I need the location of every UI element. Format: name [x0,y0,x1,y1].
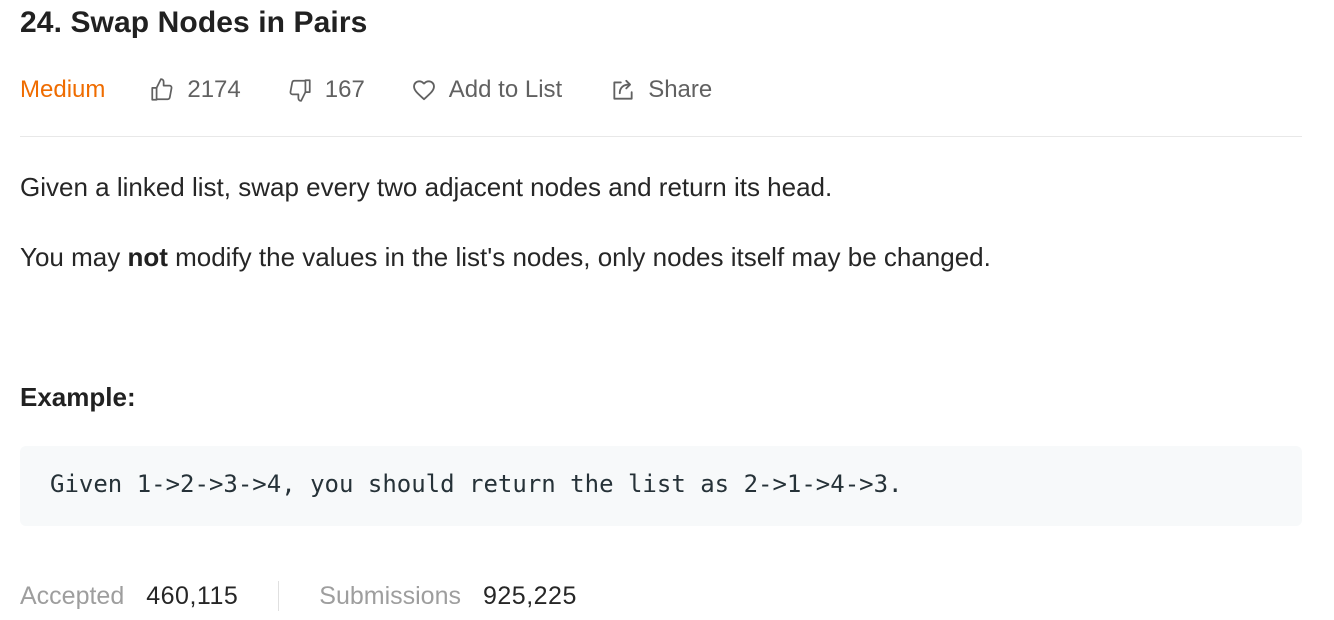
problem-meta-bar: Medium 2174 167 Add to List Share [20,70,1302,110]
description-paragraph: Given a linked list, swap every two adja… [20,172,833,202]
submissions-label: Submissions [319,581,461,610]
add-to-list-label: Add to List [448,76,563,103]
accepted-label: Accepted [20,581,125,610]
accepted-value: 460,115 [146,581,239,610]
thumbs-up-icon [149,77,175,103]
description-constraint: You may not modify the values in the lis… [20,242,991,273]
example-code-text: Given 1->2->3->4, you should return the … [50,470,903,498]
problem-title: 24. Swap Nodes in Pairs [20,6,368,39]
submissions-value: 925,225 [483,581,577,610]
heart-icon [411,77,437,103]
share-button[interactable]: Share [610,76,712,104]
stats-divider [278,581,280,611]
constraint-text-end: modify the values in the list's nodes, o… [167,242,991,272]
dislike-button[interactable]: 167 [287,76,365,104]
difficulty-badge: Medium [20,76,106,103]
thumbs-down-icon [287,77,313,103]
share-icon [610,77,636,103]
like-button[interactable]: 2174 [149,76,241,104]
example-heading: Example: [20,382,136,412]
like-count: 2174 [187,76,241,103]
header-divider [20,136,1302,137]
dislike-count: 167 [324,76,365,103]
submission-stats: Accepted 460,115 Submissions 925,225 [20,574,577,618]
add-to-list-button[interactable]: Add to List [411,76,562,104]
constraint-text-start: You may [20,242,128,272]
share-label: Share [648,76,713,103]
example-code-block: Given 1->2->3->4, you should return the … [20,446,1302,526]
constraint-emphasis: not [127,242,168,272]
